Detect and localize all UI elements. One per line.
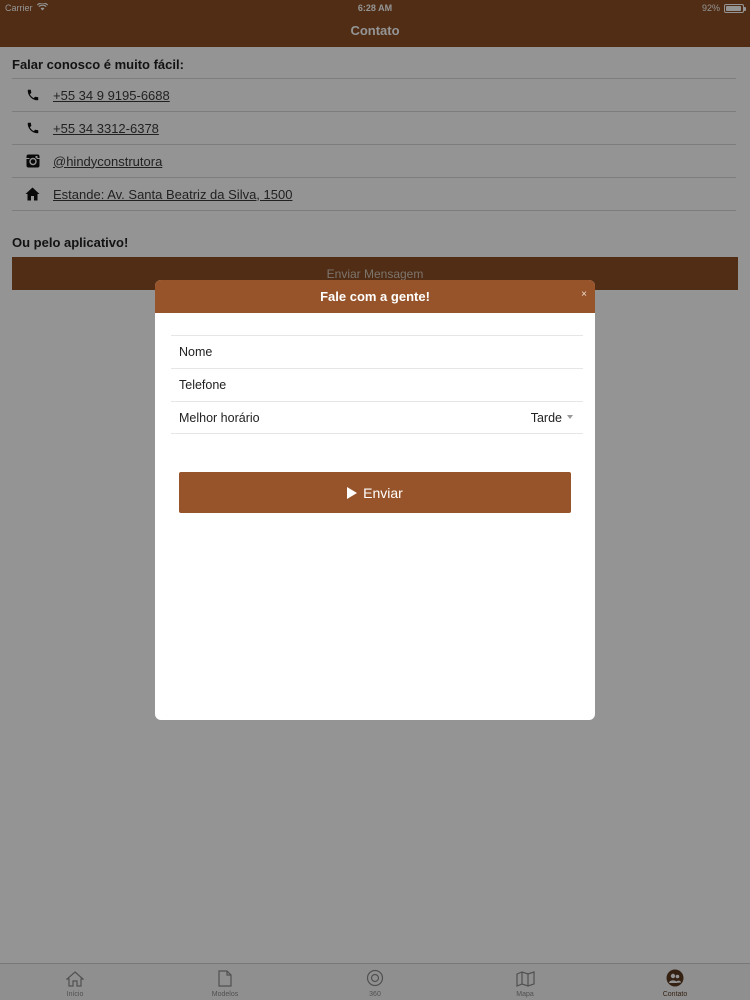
name-field[interactable]: Nome [171, 335, 583, 368]
submit-button[interactable]: Enviar [179, 472, 571, 513]
best-time-value: Tarde [530, 410, 562, 425]
phone-field[interactable]: Telefone [171, 368, 583, 401]
contact-modal: Fale com a gente! × Nome Telefone Melhor… [155, 280, 595, 720]
name-field-label: Nome [179, 345, 213, 359]
play-icon [347, 486, 358, 499]
modal-title: Fale com a gente! [320, 289, 430, 304]
close-icon[interactable]: × [581, 289, 587, 300]
best-time-select[interactable]: Melhor horário Tarde [171, 401, 583, 434]
chevron-down-icon [567, 415, 573, 419]
best-time-value-group[interactable]: Tarde [531, 411, 573, 425]
modal-header: Fale com a gente! × [155, 280, 595, 313]
phone-field-label: Telefone [179, 378, 227, 392]
best-time-label: Melhor horário [179, 410, 260, 425]
contact-form: Nome Telefone Melhor horário Tarde [171, 335, 583, 434]
submit-label: Enviar [363, 484, 403, 501]
